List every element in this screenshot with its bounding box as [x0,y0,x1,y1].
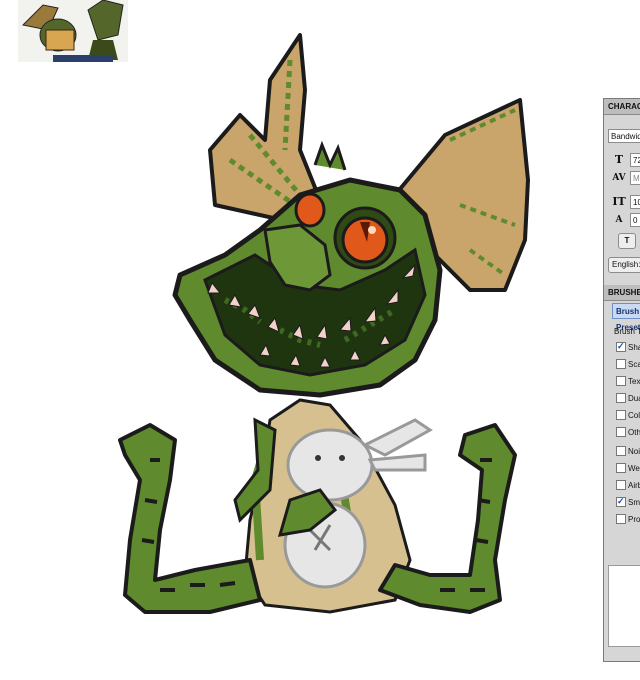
brush-option-row[interactable]: Texture [616,375,640,389]
vertical-scale-field[interactable]: 100% [630,195,640,209]
brush-option-row[interactable]: Airbrush [616,479,640,493]
brush-option-checkbox[interactable] [616,409,626,420]
brush-option-label: Airbrush [628,481,640,490]
artwork-canvas[interactable] [0,0,600,680]
brush-option-checkbox[interactable] [616,339,626,353]
brush-option-row[interactable]: Noise [616,445,640,459]
side-panel: CHARACTER Bandwidth T 72 AV Metrics IT 1… [603,98,640,662]
brush-option-row[interactable]: Protect Texture [616,513,640,527]
brush-option-row[interactable]: Color Dynamics [616,409,640,423]
brush-option-checkbox[interactable] [616,445,626,456]
brush-option-row[interactable]: Other Dynamics [616,426,640,440]
kerning-field[interactable]: Metrics [630,171,640,185]
brush-option-checkbox[interactable] [616,392,626,403]
brush-option-label: Other Dynamics [628,428,640,437]
brush-option-label: Noise [628,447,640,456]
brush-option-label: Color Dynamics [628,411,640,420]
language-select[interactable]: English: USA [608,257,640,273]
kerning-icon: AV [612,173,626,183]
brush-option-label: Protect Texture [628,515,640,524]
brush-option-checkbox[interactable] [616,358,626,369]
brush-option-checkbox[interactable] [616,479,626,490]
brush-tip-shape-label[interactable]: Brush Tip Shape [614,325,640,339]
font-size-icon: T [614,153,624,166]
brush-option-row[interactable]: Smoothing [616,494,640,510]
brush-option-row[interactable]: Dual Brush [616,392,640,406]
brush-option-label: Scattering [628,360,640,369]
font-family-field[interactable]: Bandwidth [608,129,640,143]
faux-bold-button[interactable]: T [618,233,636,249]
font-size-field[interactable]: 72 [630,153,640,167]
brush-option-checkbox[interactable] [616,426,626,437]
brush-option-label: Shape Dynamics [628,343,640,352]
brush-option-label: Dual Brush [628,394,640,403]
vertical-scale-icon: IT [612,195,626,208]
reference-thumbnail [18,0,128,62]
brush-option-checkbox[interactable] [616,513,626,524]
brush-stroke-preview [608,565,640,647]
brush-option-label: Smoothing [628,498,640,507]
brush-option-label: Wet Edges [628,464,640,473]
baseline-shift-icon: A [615,215,623,225]
baseline-shift-field[interactable]: 0 pt [630,213,640,227]
character-panel-tab[interactable]: CHARACTER [604,99,640,115]
brush-option-checkbox[interactable] [616,494,626,508]
brush-option-label: Texture [628,377,640,386]
brushes-panel-tab[interactable]: BRUSHES [604,285,640,301]
brush-option-row[interactable]: Scattering [616,358,640,372]
brush-presets-tab[interactable]: Brush Presets [612,303,640,332]
brush-option-checkbox[interactable] [616,462,626,473]
brush-option-checkbox[interactable] [616,375,626,386]
gremlin-right-arm [378,423,517,614]
brush-option-row[interactable]: Shape Dynamics [616,339,640,355]
brush-option-row[interactable]: Wet Edges [616,462,640,476]
